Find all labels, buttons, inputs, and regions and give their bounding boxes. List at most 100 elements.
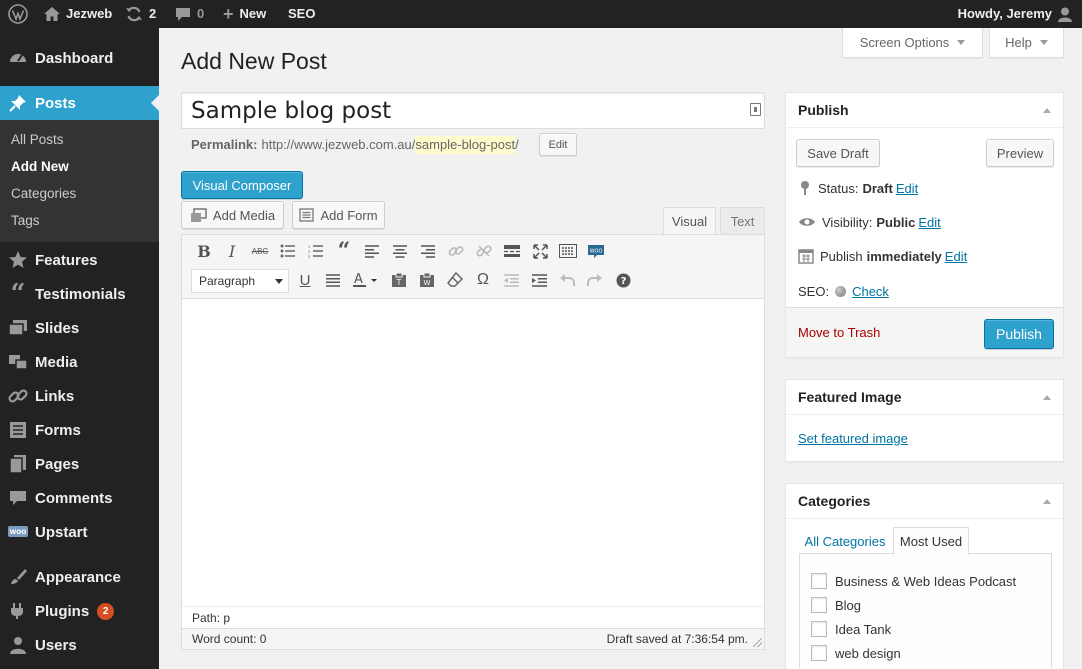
- menu-testimonials[interactable]: “ Testimonials: [0, 277, 159, 311]
- wordpress-icon[interactable]: [8, 0, 28, 28]
- submenu-all-posts[interactable]: All Posts: [11, 132, 64, 147]
- menu-posts[interactable]: Posts: [0, 86, 159, 120]
- menu-comments[interactable]: Comments: [0, 481, 159, 515]
- undo-icon[interactable]: [557, 270, 577, 290]
- bold-icon[interactable]: B: [194, 241, 214, 261]
- underline-icon[interactable]: U: [295, 270, 315, 290]
- menu-features[interactable]: Features: [0, 243, 159, 277]
- post-title-input[interactable]: Sample blog post: [181, 92, 765, 129]
- collapse-arrow-icon[interactable]: [1043, 395, 1051, 400]
- fullscreen-icon[interactable]: [530, 241, 550, 261]
- outdent-icon[interactable]: [501, 270, 521, 290]
- format-select[interactable]: Paragraph: [191, 269, 289, 293]
- bullet-list-icon[interactable]: [278, 241, 298, 261]
- add-form-button[interactable]: Add Form: [292, 201, 385, 229]
- category-list: Business & Web Ideas Podcast Blog Idea T…: [799, 553, 1052, 668]
- quote-icon: “: [10, 279, 26, 309]
- visual-composer-button[interactable]: Visual Composer: [181, 171, 303, 199]
- category-checkbox[interactable]: [811, 645, 827, 661]
- category-checkbox[interactable]: [811, 573, 827, 589]
- menu-slides[interactable]: Slides: [0, 311, 159, 345]
- move-to-trash-link[interactable]: Move to Trash: [798, 325, 880, 340]
- my-account[interactable]: Howdy, Jeremy: [958, 0, 1072, 28]
- preview-button[interactable]: Preview: [986, 139, 1054, 167]
- woo-shortcode-icon[interactable]: WOO: [586, 241, 606, 261]
- publish-actions: Move to Trash Publish: [786, 307, 1063, 357]
- menu-links[interactable]: Links: [0, 379, 159, 413]
- category-item[interactable]: web design: [811, 645, 901, 661]
- category-checkbox[interactable]: [811, 621, 827, 637]
- tab-visual[interactable]: Visual: [663, 207, 716, 235]
- menu-appearance[interactable]: Appearance: [0, 560, 159, 594]
- menu-upstart[interactable]: WOO Upstart: [0, 515, 159, 549]
- numbered-list-icon[interactable]: 123: [306, 241, 326, 261]
- strikethrough-icon[interactable]: ABC: [250, 241, 270, 261]
- category-checkbox[interactable]: [811, 597, 827, 613]
- featured-image-title[interactable]: Featured Image: [786, 380, 1063, 415]
- indent-icon[interactable]: [529, 270, 549, 290]
- special-char-icon[interactable]: Ω: [473, 270, 493, 290]
- status-edit-link[interactable]: Edit: [896, 181, 918, 196]
- submenu-add-new[interactable]: Add New: [11, 159, 69, 174]
- submenu-tags[interactable]: Tags: [11, 213, 40, 228]
- help-button[interactable]: Help: [989, 28, 1064, 58]
- text-color-icon[interactable]: A: [351, 270, 383, 290]
- permalink-slug[interactable]: sample-blog-post: [415, 136, 516, 154]
- site-name-link[interactable]: Jezweb: [44, 0, 112, 28]
- editor-path: Path: p: [182, 606, 764, 628]
- menu-plugins[interactable]: Plugins 2: [0, 594, 159, 628]
- menu-dashboard[interactable]: Dashboard: [0, 41, 159, 75]
- tab-most-used[interactable]: Most Used: [893, 527, 969, 555]
- permalink-edit-button[interactable]: Edit: [539, 133, 577, 156]
- clear-format-icon[interactable]: [445, 270, 465, 290]
- menu-media[interactable]: Media: [0, 345, 159, 379]
- category-item[interactable]: Idea Tank: [811, 621, 891, 637]
- collapse-arrow-icon[interactable]: [1043, 499, 1051, 504]
- blockquote-icon[interactable]: “: [334, 238, 354, 264]
- insert-link-icon[interactable]: [446, 241, 466, 261]
- tab-all-categories[interactable]: All Categories: [799, 527, 891, 555]
- menu-users[interactable]: Users: [0, 628, 159, 662]
- category-item[interactable]: Blog: [811, 597, 861, 613]
- read-more-icon[interactable]: [502, 241, 522, 261]
- justify-icon[interactable]: [323, 270, 343, 290]
- publish-button[interactable]: Publish: [984, 319, 1054, 349]
- seo-check-link[interactable]: Check: [852, 284, 889, 299]
- category-item[interactable]: Business & Web Ideas Podcast: [811, 573, 1016, 589]
- help-icon[interactable]: ?: [613, 270, 633, 290]
- save-draft-button[interactable]: Save Draft: [796, 139, 880, 167]
- align-center-icon[interactable]: [390, 241, 410, 261]
- toolbar-toggle-icon[interactable]: [558, 241, 578, 261]
- screen-options-button[interactable]: Screen Options: [842, 28, 983, 58]
- editor-content-area[interactable]: [182, 299, 764, 606]
- unlink-icon[interactable]: [474, 241, 494, 261]
- menu-label: Dashboard: [35, 49, 114, 67]
- updates-link[interactable]: 2: [125, 0, 156, 28]
- resize-handle[interactable]: [753, 638, 762, 647]
- paste-word-icon[interactable]: W: [417, 270, 437, 290]
- updates-icon: [126, 6, 142, 22]
- align-left-icon[interactable]: [362, 241, 382, 261]
- paste-text-icon[interactable]: T: [389, 270, 409, 290]
- collapse-arrow-icon[interactable]: [1043, 108, 1051, 113]
- category-label: Blog: [835, 597, 862, 613]
- schedule-edit-link[interactable]: Edit: [945, 249, 967, 264]
- new-content-link[interactable]: + New: [223, 0, 266, 28]
- publish-label: Publish: [820, 248, 863, 264]
- italic-icon[interactable]: I: [222, 241, 242, 261]
- submenu-categories[interactable]: Categories: [11, 186, 76, 201]
- seo-menu[interactable]: SEO: [288, 0, 315, 28]
- menu-pages[interactable]: Pages: [0, 447, 159, 481]
- tab-text[interactable]: Text: [720, 207, 765, 235]
- align-right-icon[interactable]: [418, 241, 438, 261]
- categories-title[interactable]: Categories: [786, 484, 1063, 519]
- menu-label: Users: [35, 636, 77, 654]
- visibility-edit-link[interactable]: Edit: [918, 215, 940, 230]
- redo-icon[interactable]: [585, 270, 605, 290]
- set-featured-image-link[interactable]: Set featured image: [798, 431, 908, 446]
- menu-forms[interactable]: Forms: [0, 413, 159, 447]
- comments-link[interactable]: 0: [175, 0, 204, 28]
- add-media-button[interactable]: Add Media: [181, 201, 284, 229]
- publish-box-title[interactable]: Publish: [786, 93, 1063, 128]
- editor-toolbar: B I ABC 123 “ WOO Paragraph U A T W Ω ?: [182, 235, 764, 299]
